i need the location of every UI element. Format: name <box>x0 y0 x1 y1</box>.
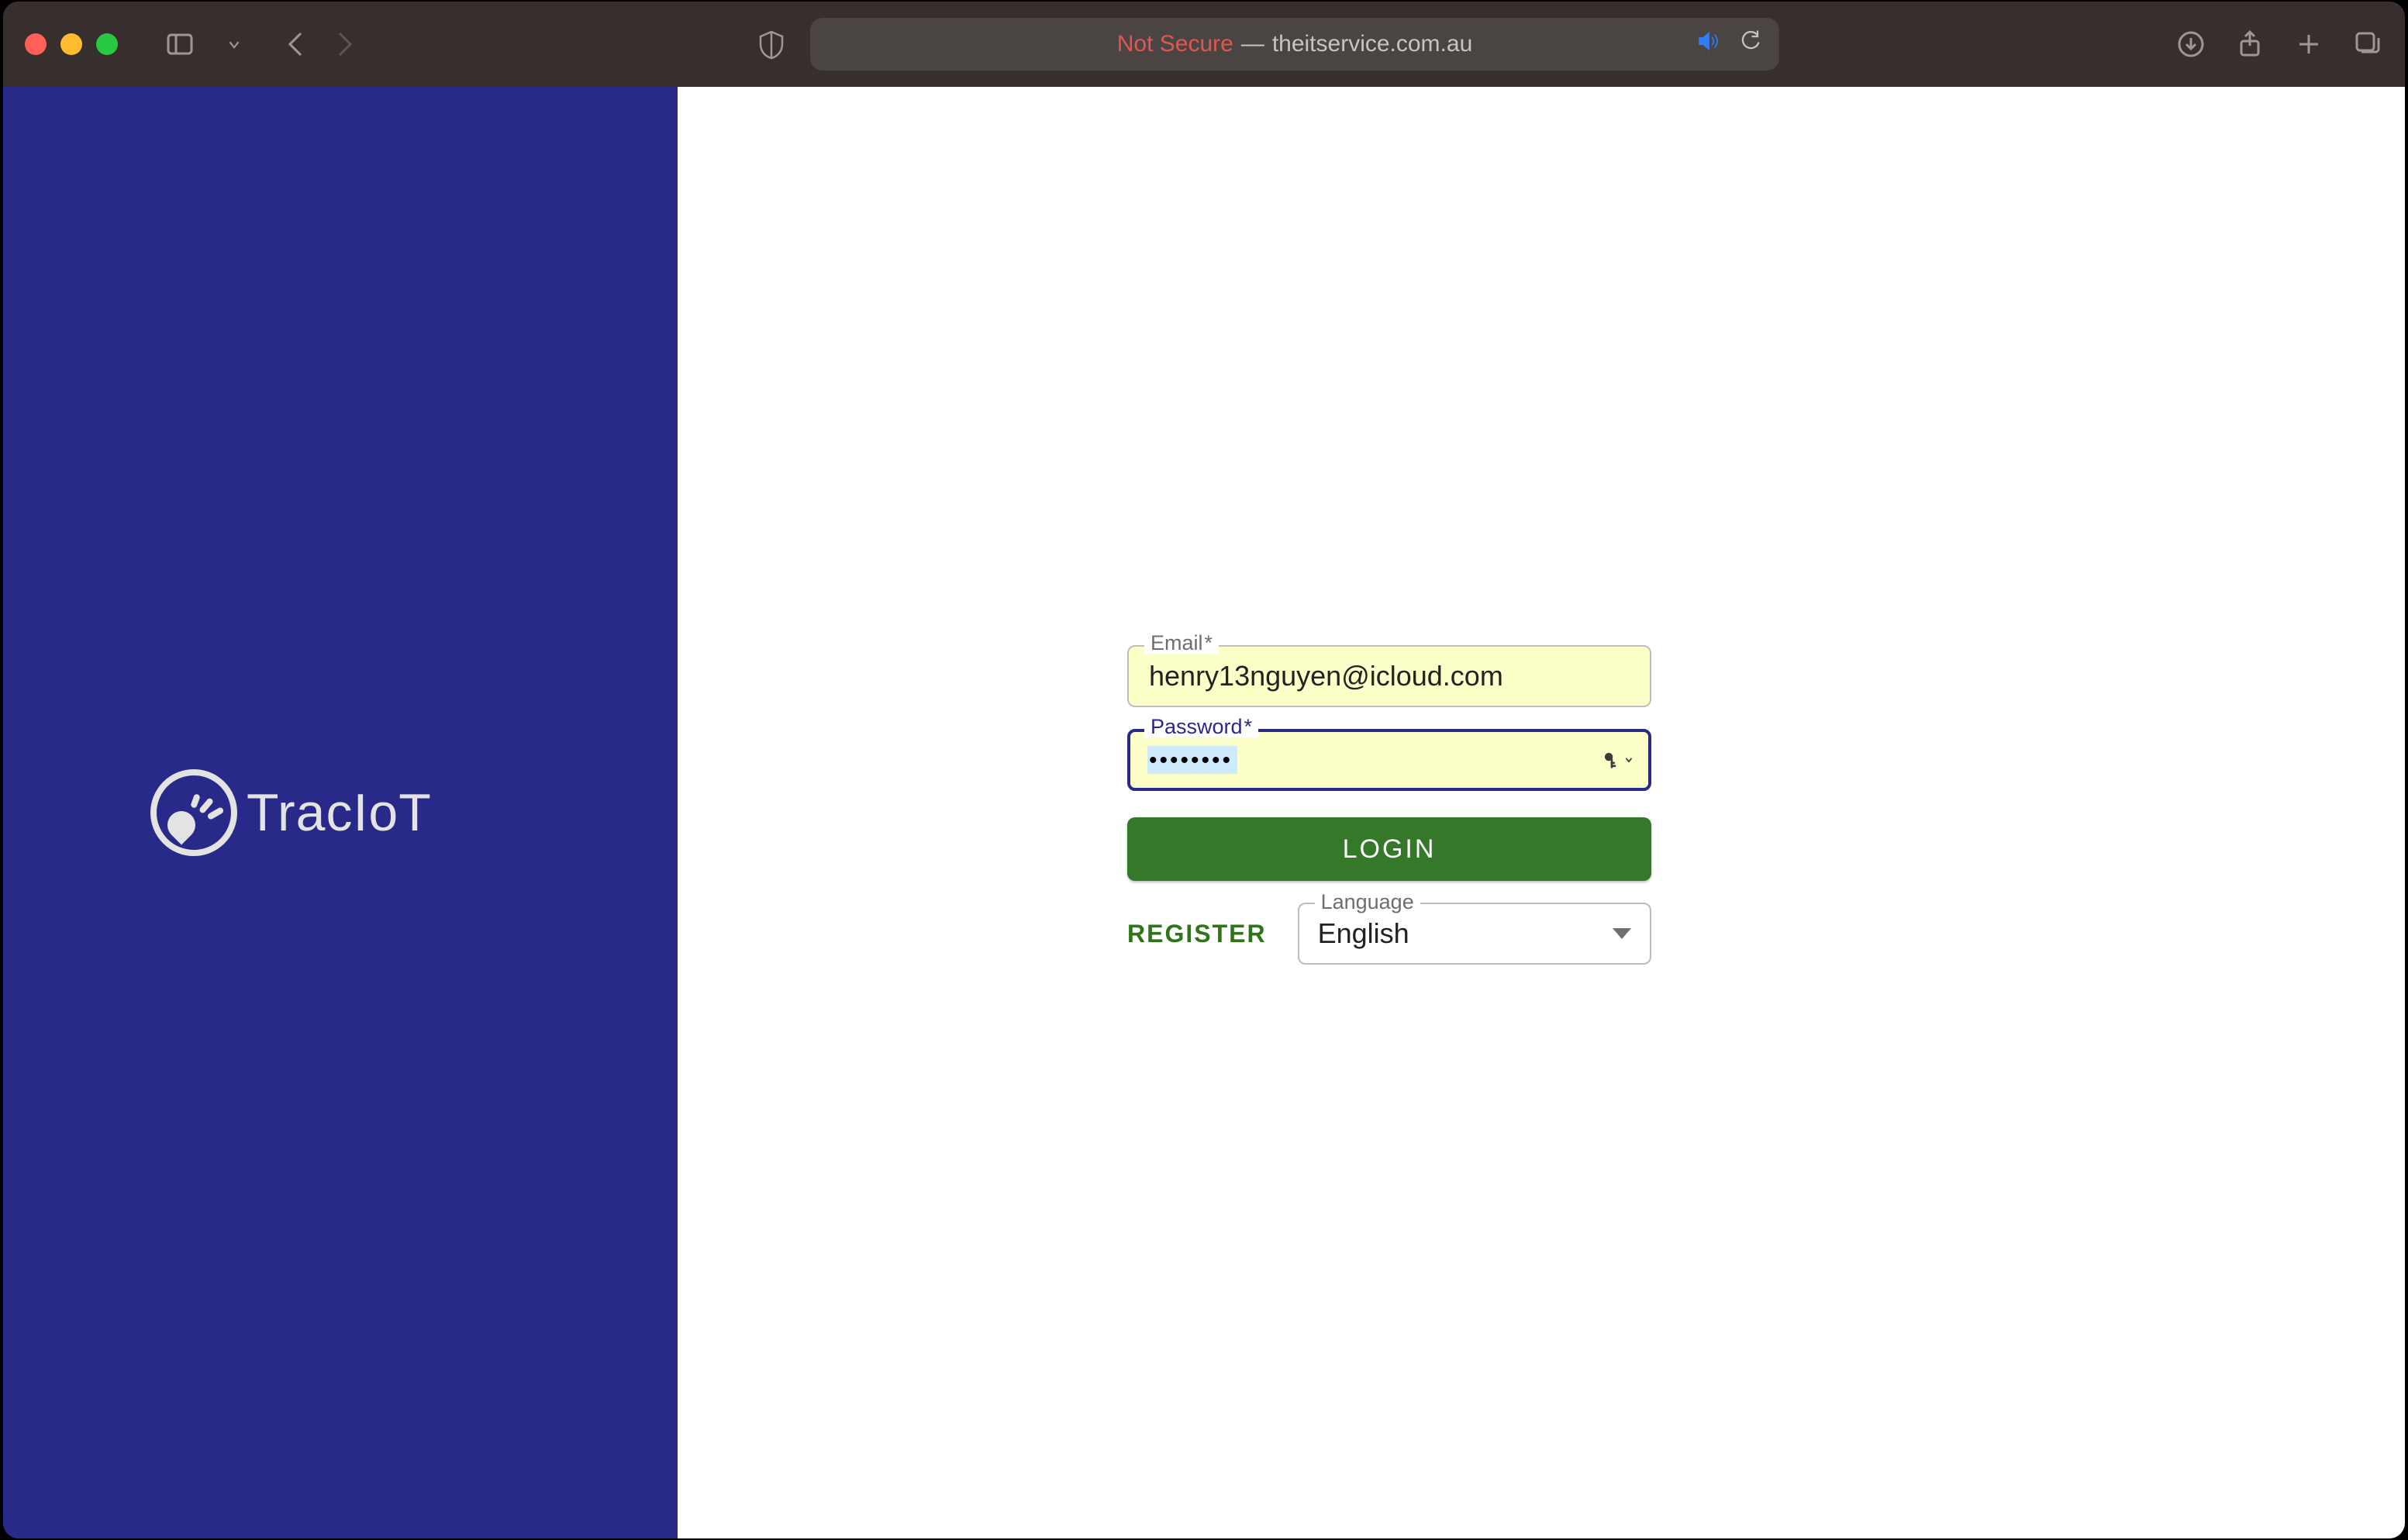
nav-buttons <box>281 29 360 60</box>
sidebar-toggle-icon[interactable] <box>164 29 195 60</box>
chevron-down-icon <box>1613 928 1631 939</box>
email-label: Email* <box>1144 633 1219 654</box>
login-button[interactable]: LOGIN <box>1127 817 1651 881</box>
tab-overview-icon[interactable] <box>2352 29 2383 60</box>
reload-icon[interactable] <box>1739 29 1762 59</box>
privacy-shield-icon[interactable] <box>756 29 787 60</box>
login-form: Email* Password* •••••••• <box>1127 645 1651 965</box>
password-input[interactable]: •••••••• <box>1147 746 1237 774</box>
forward-button[interactable] <box>329 29 360 60</box>
close-window-button[interactable] <box>25 33 47 55</box>
new-tab-icon[interactable] <box>2293 29 2324 60</box>
brand-sidebar: TracIoT <box>3 87 678 1538</box>
share-icon[interactable] <box>2234 29 2265 60</box>
tab-group-chevron-icon[interactable] <box>219 29 250 60</box>
minimize-window-button[interactable] <box>60 33 82 55</box>
page-viewport: TracIoT Email* Password* <box>3 87 2405 1538</box>
email-field-wrapper: Email* <box>1127 645 1651 707</box>
email-input[interactable] <box>1147 659 1631 693</box>
fullscreen-window-button[interactable] <box>96 33 118 55</box>
language-label: Language <box>1315 890 1420 914</box>
password-label: Password* <box>1144 716 1258 737</box>
brand-logo-icon <box>150 769 237 856</box>
login-content: Email* Password* •••••••• <box>678 87 2405 1538</box>
language-value: English <box>1318 917 1409 950</box>
brand: TracIoT <box>150 769 432 856</box>
password-autofill-icon[interactable] <box>1602 750 1634 770</box>
language-select[interactable]: Language English <box>1298 903 1651 965</box>
back-button[interactable] <box>281 29 312 60</box>
form-bottom-row: REGISTER Language English <box>1127 903 1651 965</box>
address-bar[interactable]: Not Secure — theitservice.com.au <box>810 18 1779 71</box>
downloads-icon[interactable] <box>2175 29 2206 60</box>
toolbar-right <box>2175 29 2383 60</box>
browser-titlebar: Not Secure — theitservice.com.au <box>3 2 2405 87</box>
window-controls <box>25 33 118 55</box>
register-link[interactable]: REGISTER <box>1127 920 1267 948</box>
url-separator: — <box>1241 31 1264 57</box>
brand-name: TracIoT <box>247 782 432 843</box>
browser-window: Not Secure — theitservice.com.au <box>3 2 2405 1538</box>
password-field-wrapper: Password* •••••••• <box>1127 729 1651 791</box>
url-host: theitservice.com.au <box>1272 31 1472 57</box>
not-secure-label: Not Secure <box>1117 31 1233 57</box>
audio-icon[interactable] <box>1696 28 1722 60</box>
